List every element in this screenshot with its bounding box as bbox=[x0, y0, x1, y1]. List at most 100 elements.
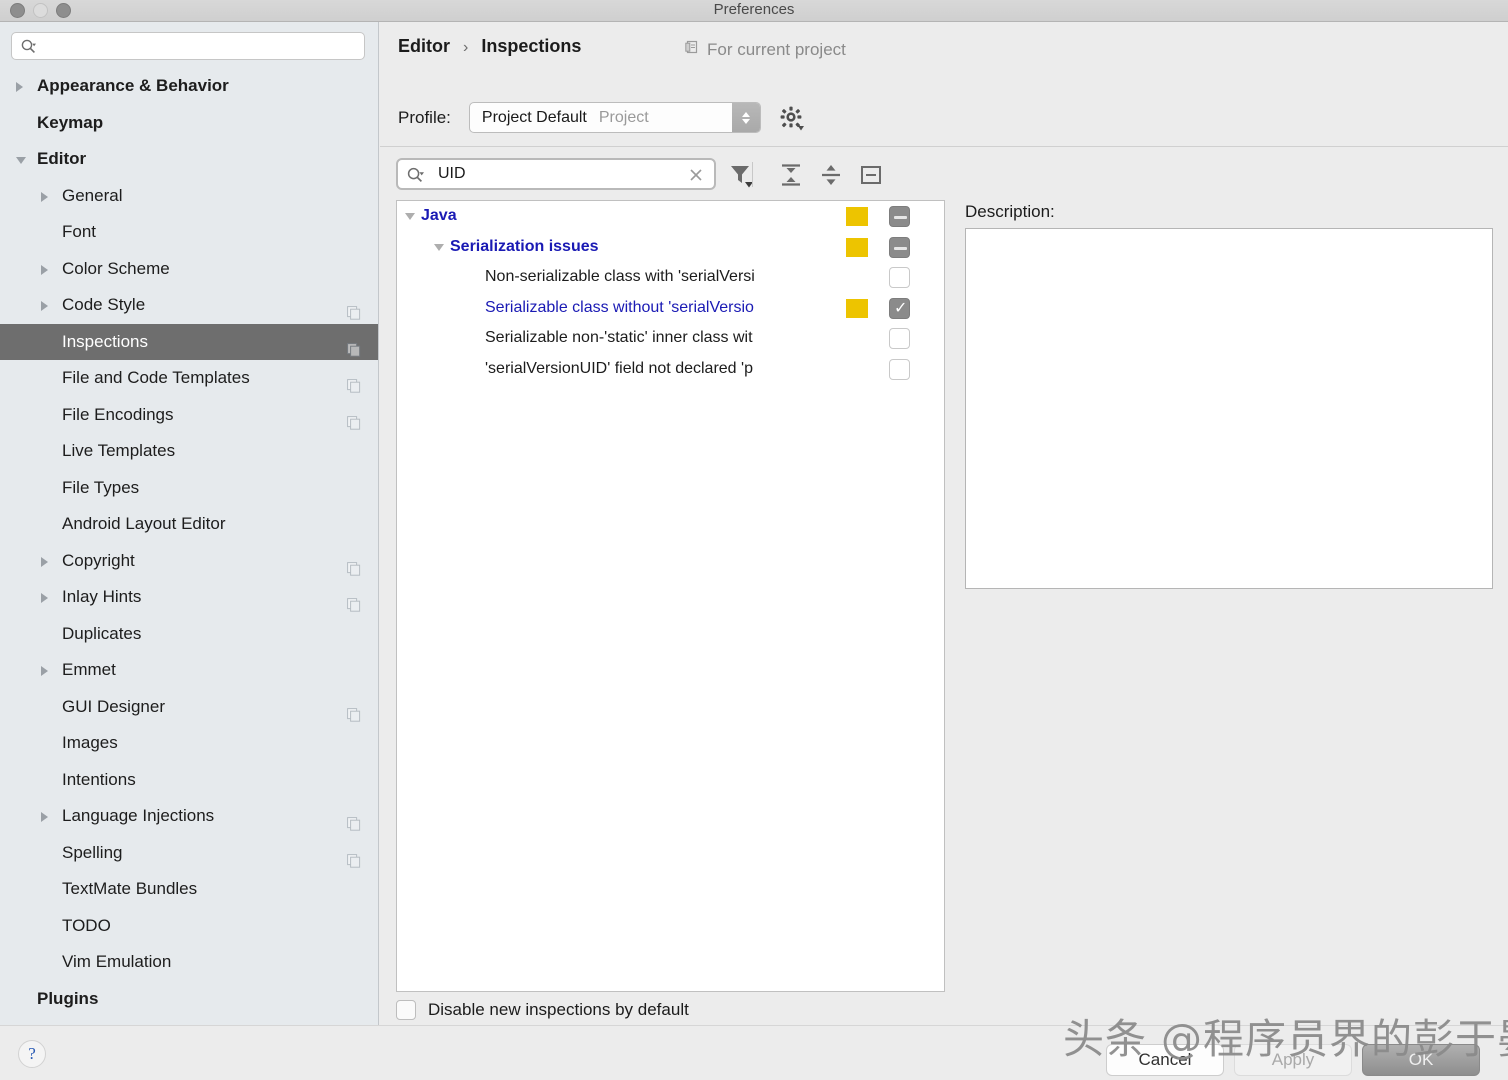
chevron-right-icon[interactable] bbox=[41, 301, 48, 311]
inspection-label: Serialization issues bbox=[450, 237, 599, 255]
sidebar-item-label: Plugins bbox=[37, 988, 99, 1008]
inspection-tree-row[interactable]: Serializable class without 'serialVersio… bbox=[397, 293, 944, 324]
profile-scope-value: Project bbox=[598, 108, 649, 126]
inspection-checkbox[interactable] bbox=[889, 267, 910, 288]
inspection-tree-row[interactable]: Java bbox=[397, 201, 944, 232]
inspection-search-box[interactable] bbox=[396, 158, 716, 190]
show-only-enabled-icon[interactable] bbox=[858, 162, 884, 188]
sidebar-item-file-types[interactable]: File Types bbox=[0, 470, 378, 507]
sidebar-item-copyright[interactable]: Copyright bbox=[0, 543, 378, 580]
inspection-checkbox[interactable] bbox=[889, 236, 910, 258]
sidebar-search-box[interactable] bbox=[11, 32, 365, 60]
inspections-tree[interactable]: Java Serialization issues Non-serializable… bbox=[396, 200, 945, 992]
chevron-down-icon[interactable] bbox=[434, 243, 444, 251]
sidebar-item-todo[interactable]: TODO bbox=[0, 908, 378, 945]
inspection-label: 'serialVersionUID' field not declared 'p bbox=[485, 359, 753, 377]
inspection-search-input[interactable] bbox=[436, 160, 680, 188]
sidebar-item-inlay-hints[interactable]: Inlay Hints bbox=[0, 579, 378, 616]
profile-select[interactable]: Project Default Project bbox=[468, 102, 761, 133]
sidebar-item-label: GUI Designer bbox=[62, 696, 165, 716]
sidebar-item-label: Images bbox=[62, 733, 118, 752]
chevron-right-icon[interactable] bbox=[41, 191, 48, 202]
inspection-tree-row[interactable]: 'serialVersionUID' field not declared 'p bbox=[397, 354, 944, 385]
chevron-right-icon[interactable] bbox=[16, 82, 23, 92]
sidebar-item-font[interactable]: Font bbox=[0, 214, 378, 251]
sidebar-item-label: File Encodings bbox=[62, 404, 174, 424]
sidebar-item-label: Color Scheme bbox=[62, 258, 170, 278]
sidebar-item-android-layout-editor[interactable]: Android Layout Editor bbox=[0, 506, 378, 543]
profile-stepper-icon[interactable] bbox=[731, 103, 760, 132]
inspection-label: Java bbox=[421, 207, 457, 224]
apply-button[interactable]: Apply bbox=[1234, 1044, 1352, 1076]
breadcrumb-separator: › bbox=[463, 39, 469, 56]
sidebar-item-label: Inlay Hints bbox=[62, 587, 142, 606]
sidebar-item-file-encodings[interactable]: File Encodings bbox=[0, 397, 378, 434]
profile-row: Profile: Project Default Project bbox=[398, 102, 805, 133]
cancel-button[interactable]: Cancel bbox=[1106, 1044, 1224, 1076]
inspection-tree-row[interactable]: Serializable non-'static' inner class wi… bbox=[397, 323, 944, 354]
dialog-footer: ? Cancel Apply OK bbox=[0, 1025, 1508, 1080]
sidebar-item-label: Duplicates bbox=[62, 623, 142, 643]
sidebar-item-editor[interactable]: Editor bbox=[0, 141, 378, 178]
inspection-tree-row[interactable]: Serialization issues bbox=[397, 232, 944, 263]
chevron-down-icon[interactable] bbox=[405, 213, 415, 220]
sidebar-item-label: Keymap bbox=[37, 112, 104, 132]
window-title-bar: Preferences bbox=[0, 0, 1508, 22]
ok-button[interactable]: OK bbox=[1362, 1044, 1480, 1076]
chevron-right-icon[interactable] bbox=[41, 264, 48, 275]
inspection-label: Serializable non-'static' inner class wi… bbox=[485, 329, 753, 346]
profile-selected-value: Project Default bbox=[481, 108, 587, 126]
window-title: Preferences bbox=[713, 1, 795, 18]
sidebar-item-textmate-bundles[interactable]: TextMate Bundles bbox=[0, 871, 378, 908]
inspection-checkbox[interactable] bbox=[889, 206, 910, 227]
sidebar-item-label: Emmet bbox=[62, 660, 116, 679]
chevron-right-icon[interactable] bbox=[41, 556, 48, 567]
sidebar-item-label: Appearance & Behavior bbox=[37, 76, 229, 95]
chevron-right-icon[interactable] bbox=[41, 666, 48, 676]
profile-settings-gear-button[interactable] bbox=[779, 105, 805, 131]
sidebar-item-emmet[interactable]: Emmet bbox=[0, 652, 378, 689]
search-icon bbox=[21, 39, 36, 54]
chevron-right-icon[interactable] bbox=[41, 593, 48, 603]
disable-new-inspections-row[interactable]: Disable new inspections by default bbox=[396, 1000, 689, 1020]
sidebar-item-plugins[interactable]: Plugins bbox=[0, 981, 378, 1018]
clear-search-icon[interactable] bbox=[688, 167, 704, 183]
breadcrumb-parent[interactable]: Editor bbox=[398, 36, 450, 56]
inspection-checkbox[interactable] bbox=[889, 358, 910, 380]
sidebar-item-label: Android Layout Editor bbox=[62, 514, 226, 533]
sidebar-item-duplicates[interactable]: Duplicates bbox=[0, 616, 378, 653]
expand-all-icon[interactable] bbox=[778, 162, 804, 188]
for-current-project-label: For current project bbox=[707, 39, 846, 59]
sidebar-item-gui-designer[interactable]: GUI Designer bbox=[0, 689, 378, 726]
severity-swatch[interactable] bbox=[846, 207, 868, 226]
severity-swatch[interactable] bbox=[846, 298, 868, 318]
chevron-right-icon[interactable] bbox=[41, 812, 48, 822]
sidebar-item-color-scheme[interactable]: Color Scheme bbox=[0, 251, 378, 288]
sidebar-item-images[interactable]: Images bbox=[0, 725, 378, 762]
help-button[interactable]: ? bbox=[18, 1040, 46, 1068]
sidebar-search-wrapper bbox=[0, 22, 378, 68]
sidebar-item-general[interactable]: General bbox=[0, 178, 378, 215]
sidebar-search-input[interactable] bbox=[46, 33, 358, 59]
inspection-checkbox[interactable] bbox=[889, 328, 910, 349]
sidebar-item-keymap[interactable]: Keymap bbox=[0, 105, 378, 142]
sidebar-item-live-templates[interactable]: Live Templates bbox=[0, 433, 378, 470]
sidebar-item-intentions[interactable]: Intentions bbox=[0, 762, 378, 799]
sidebar-item-spelling[interactable]: Spelling bbox=[0, 835, 378, 872]
disable-new-inspections-checkbox[interactable] bbox=[396, 1000, 416, 1020]
sidebar-item-code-style[interactable]: Code Style bbox=[0, 287, 378, 324]
project-scope-icon bbox=[684, 39, 700, 60]
sidebar-item-label: File and Code Templates bbox=[62, 368, 250, 387]
sidebar-item-file-and-code-templates[interactable]: File and Code Templates bbox=[0, 360, 378, 397]
chevron-down-icon[interactable] bbox=[16, 157, 26, 164]
sidebar-item-label: Vim Emulation bbox=[62, 952, 172, 971]
severity-swatch[interactable] bbox=[846, 237, 868, 257]
filter-icon[interactable] bbox=[728, 162, 754, 188]
sidebar-item-vim-emulation[interactable]: Vim Emulation bbox=[0, 944, 378, 981]
inspection-tree-row[interactable]: Non-serializable class with 'serialVersi bbox=[397, 262, 944, 293]
sidebar-item-inspections[interactable]: Inspections bbox=[0, 323, 378, 360]
collapse-all-icon[interactable] bbox=[818, 162, 844, 188]
inspection-checkbox[interactable]: ✓ bbox=[889, 297, 910, 319]
sidebar-item-appearance-behavior[interactable]: Appearance & Behavior bbox=[0, 68, 378, 105]
sidebar-item-language-injections[interactable]: Language Injections bbox=[0, 798, 378, 835]
